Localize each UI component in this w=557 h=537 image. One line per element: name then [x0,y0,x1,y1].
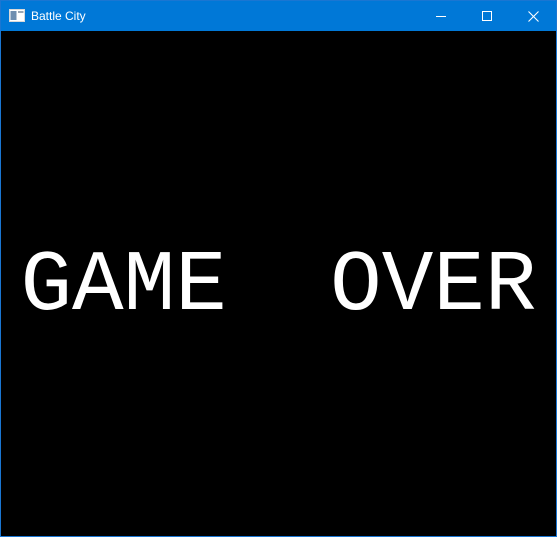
close-button[interactable] [510,1,556,31]
game-over-text: GAME OVER [20,237,537,335]
app-icon [9,9,25,22]
minimize-icon [436,16,446,17]
maximize-button[interactable] [464,1,510,31]
app-window: Battle City GAME OVER [0,0,557,537]
minimize-button[interactable] [418,1,464,31]
title-bar[interactable]: Battle City [1,1,556,31]
window-title: Battle City [31,9,86,23]
maximize-icon [482,11,492,21]
close-icon [527,10,539,22]
game-canvas[interactable]: GAME OVER [1,31,556,536]
